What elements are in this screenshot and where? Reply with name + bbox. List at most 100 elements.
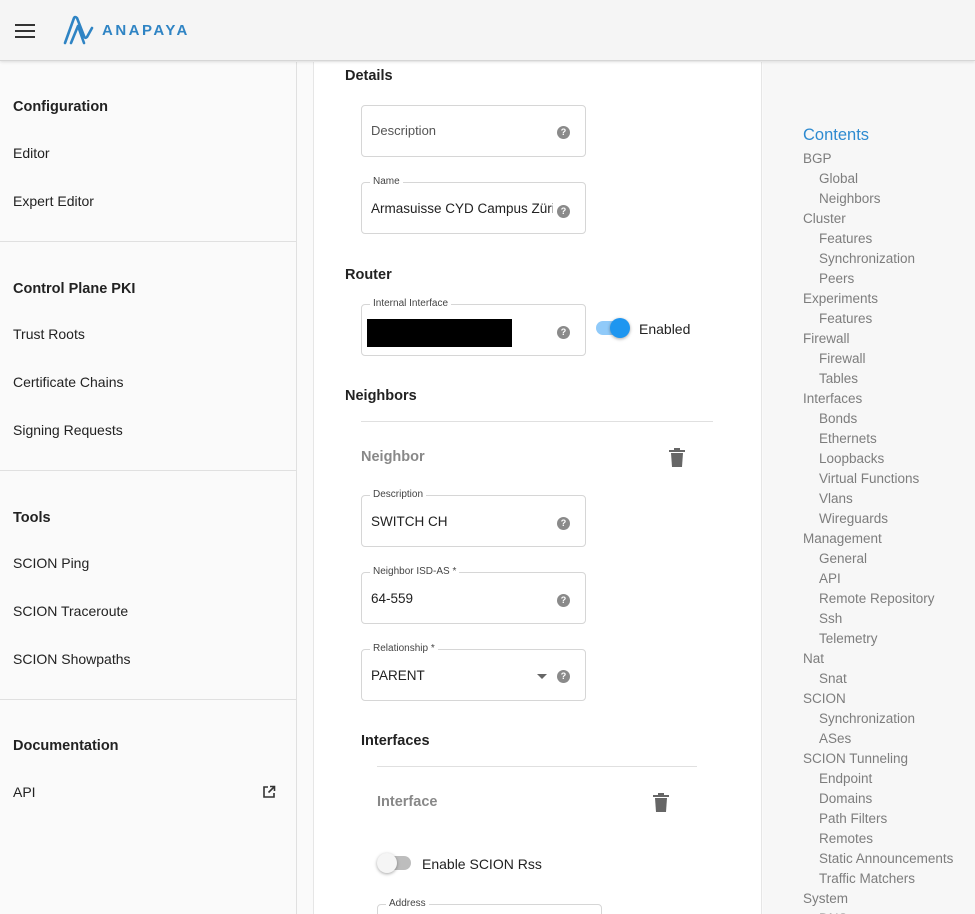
internal-interface-field[interactable]: Internal Interface ?	[361, 298, 586, 356]
scion-rss-label: Enable SCION Rss	[422, 856, 542, 872]
neighbor-description-label: Description	[370, 489, 427, 501]
sidebar-heading: Documentation	[13, 738, 119, 754]
toc-item[interactable]: Features	[803, 309, 953, 329]
toc-item[interactable]: Traffic Matchers	[803, 869, 953, 889]
sidebar-heading: Control Plane PKI	[13, 281, 136, 297]
help-icon[interactable]: ?	[557, 126, 570, 139]
sidebar-item-api[interactable]: API	[0, 768, 296, 816]
toc-item[interactable]: Firewall	[803, 329, 953, 349]
toc-item[interactable]: DNS	[803, 909, 953, 914]
toc-item[interactable]: Virtual Functions	[803, 469, 953, 489]
toc-item[interactable]: Wireguards	[803, 509, 953, 529]
sidebar-item-editor[interactable]: Editor	[0, 129, 296, 177]
neighbor-description-field[interactable]: Description SWITCH CH ?	[361, 489, 586, 547]
sidebar-section-documentation: Documentation API	[0, 700, 296, 816]
scion-rss-toggle[interactable]	[377, 853, 413, 873]
chevron-down-icon[interactable]	[537, 674, 547, 679]
neighbor-title: Neighbor	[361, 449, 425, 465]
toc-list: BGP Global Neighbors Cluster Features Synchro…	[803, 149, 953, 914]
help-icon[interactable]: ?	[557, 326, 570, 339]
toc-item[interactable]: Neighbors	[803, 189, 953, 209]
toc-item[interactable]: General	[803, 549, 953, 569]
toc-item[interactable]: Remotes	[803, 829, 953, 849]
internal-interface-label: Internal Interface	[370, 298, 452, 310]
address-label: Address	[386, 898, 429, 910]
toc-item[interactable]: Domains	[803, 789, 953, 809]
toc-item[interactable]: Ssh	[803, 609, 953, 629]
help-icon[interactable]: ?	[557, 670, 570, 683]
toc-item[interactable]: Endpoint	[803, 769, 953, 789]
toc-item[interactable]: SCION	[803, 689, 953, 709]
sidebar-item-scion-showpaths[interactable]: SCION Showpaths	[0, 635, 296, 683]
toc-item[interactable]: System	[803, 889, 953, 909]
toc-item[interactable]: Firewall	[803, 349, 953, 369]
help-icon[interactable]: ?	[557, 205, 570, 218]
toc-title: Contents	[803, 126, 870, 144]
description-field[interactable]: Description ?	[361, 105, 586, 157]
relationship-value: PARENT	[371, 668, 425, 683]
description-placeholder: Description	[371, 123, 437, 138]
sidebar-heading: Configuration	[13, 99, 109, 115]
config-form: Details Description ? Name Armasuisse CY…	[313, 62, 762, 914]
section-title-neighbors: Neighbors	[345, 388, 417, 404]
section-title-interfaces: Interfaces	[361, 733, 430, 749]
sidebar-heading: Tools	[13, 510, 51, 526]
toc-item[interactable]: Nat	[803, 649, 953, 669]
sidebar-section-pki: Control Plane PKI Trust Roots Certificat…	[0, 242, 296, 471]
name-value: Armasuisse CYD Campus Zürich	[371, 201, 553, 216]
neighbor-isd-as-value: 64-559	[371, 591, 414, 606]
toc-item[interactable]: Bonds	[803, 409, 953, 429]
neighbor-isd-as-label: Neighbor ISD-AS *	[370, 566, 460, 578]
toc-item[interactable]: Static Announcements	[803, 849, 953, 869]
menu-icon[interactable]	[13, 19, 37, 43]
toc-item[interactable]: Vlans	[803, 489, 953, 509]
toc-item[interactable]: Snat	[803, 669, 953, 689]
neighbor-isd-as-field[interactable]: Neighbor ISD-AS * 64-559 ?	[361, 566, 586, 624]
sidebar-nav: Configuration Editor Expert Editor Contr…	[0, 62, 297, 914]
sidebar-item-expert-editor[interactable]: Expert Editor	[0, 177, 296, 225]
app-header: ANAPAYA	[0, 0, 975, 61]
sidebar-item-signing-requests[interactable]: Signing Requests	[0, 406, 296, 454]
toc-item[interactable]: Telemetry	[803, 629, 953, 649]
relationship-label: Relationship *	[370, 643, 438, 655]
toc-item[interactable]: BGP	[803, 149, 953, 169]
sidebar-item-certificate-chains[interactable]: Certificate Chains	[0, 358, 296, 406]
sidebar-section-configuration: Configuration Editor Expert Editor	[0, 62, 296, 242]
divider	[361, 421, 713, 422]
divider	[377, 766, 697, 767]
sidebar-item-scion-ping[interactable]: SCION Ping	[0, 539, 296, 587]
toc-item[interactable]: Features	[803, 229, 953, 249]
address-field[interactable]: Address	[377, 898, 602, 914]
name-field[interactable]: Name Armasuisse CYD Campus Zürich ?	[361, 176, 586, 234]
relationship-select[interactable]: Relationship * PARENT ?	[361, 643, 586, 701]
toc-item[interactable]: API	[803, 569, 953, 589]
toc-item[interactable]: Synchronization	[803, 249, 953, 269]
sidebar-item-scion-traceroute[interactable]: SCION Traceroute	[0, 587, 296, 635]
brand-logo[interactable]: ANAPAYA	[62, 14, 190, 46]
router-enabled-label: Enabled	[639, 321, 691, 337]
neighbor-description-value: SWITCH CH	[371, 514, 448, 529]
toc-item[interactable]: ASes	[803, 729, 953, 749]
toc-item[interactable]: Path Filters	[803, 809, 953, 829]
toc-item[interactable]: SCION Tunneling	[803, 749, 953, 769]
delete-neighbor-icon[interactable]	[668, 448, 686, 468]
delete-interface-icon[interactable]	[652, 793, 670, 813]
router-enabled-toggle[interactable]	[594, 318, 630, 338]
toc-item[interactable]: Remote Repository	[803, 589, 953, 609]
toc-item[interactable]: Experiments	[803, 289, 953, 309]
toc-item[interactable]: Interfaces	[803, 389, 953, 409]
toc-item[interactable]: Global	[803, 169, 953, 189]
toc-item[interactable]: Loopbacks	[803, 449, 953, 469]
help-icon[interactable]: ?	[557, 594, 570, 607]
sidebar-item-trust-roots[interactable]: Trust Roots	[0, 310, 296, 358]
toc-item[interactable]: Management	[803, 529, 953, 549]
toc-item[interactable]: Synchronization	[803, 709, 953, 729]
section-title-router: Router	[345, 267, 392, 283]
help-icon[interactable]: ?	[557, 517, 570, 530]
table-of-contents: Contents BGP Global Neighbors Cluster Featur…	[763, 62, 975, 914]
brand-name: ANAPAYA	[102, 21, 190, 39]
toc-item[interactable]: Cluster	[803, 209, 953, 229]
toc-item[interactable]: Tables	[803, 369, 953, 389]
toc-item[interactable]: Ethernets	[803, 429, 953, 449]
toc-item[interactable]: Peers	[803, 269, 953, 289]
